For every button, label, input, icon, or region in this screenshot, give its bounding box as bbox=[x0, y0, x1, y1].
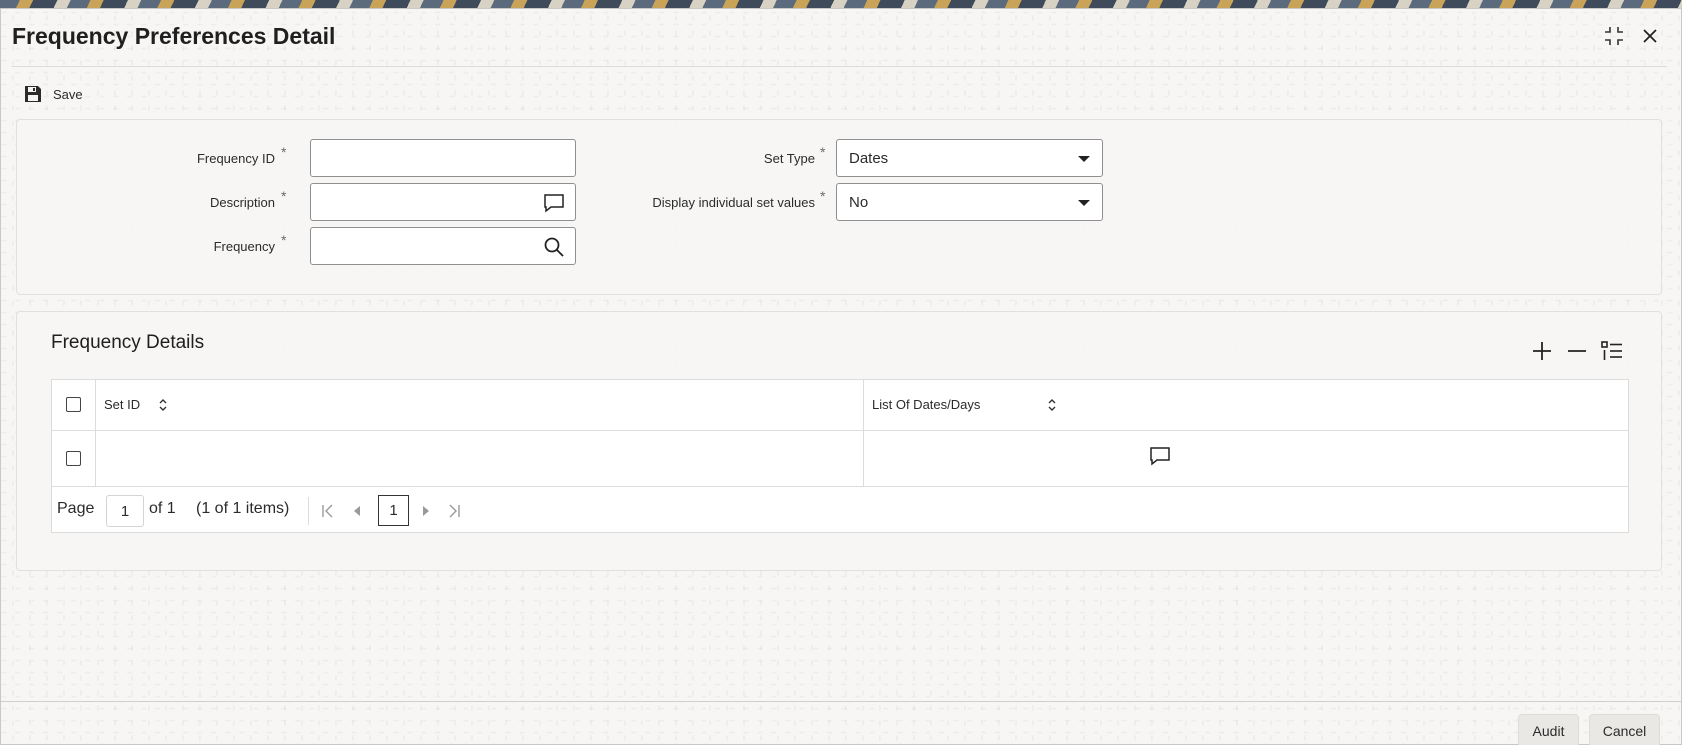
header-banner-strip bbox=[0, 0, 1682, 8]
required-marker: * bbox=[281, 144, 287, 160]
table-row[interactable] bbox=[52, 431, 1628, 487]
description-input[interactable] bbox=[311, 184, 575, 220]
maximize-icon[interactable] bbox=[1601, 23, 1627, 49]
pager-divider bbox=[308, 497, 309, 525]
display-individual-value: No bbox=[849, 194, 869, 211]
set-type-select[interactable]: Dates bbox=[836, 139, 1103, 177]
previous-page-icon[interactable] bbox=[349, 503, 365, 519]
pagination-bar: Page 1 of 1 (1 of 1 items) 1 bbox=[52, 487, 1628, 533]
required-marker: * bbox=[820, 144, 826, 160]
form-panel: Frequency ID * Description * Frequency *… bbox=[16, 119, 1662, 295]
items-count-label: (1 of 1 items) bbox=[196, 500, 290, 517]
required-marker: * bbox=[281, 232, 287, 248]
page-title: Frequency Preferences Detail bbox=[12, 23, 336, 49]
title-divider bbox=[12, 66, 1667, 67]
footer-divider bbox=[1, 701, 1682, 702]
page-count-label: of 1 bbox=[149, 500, 176, 517]
last-page-icon[interactable] bbox=[446, 503, 462, 519]
column-header-list-of-dates[interactable]: List Of Dates/Days bbox=[872, 397, 980, 412]
floppy-disk-icon bbox=[25, 86, 41, 102]
first-page-icon[interactable] bbox=[320, 503, 336, 519]
description-field[interactable] bbox=[310, 183, 576, 221]
comment-icon[interactable] bbox=[543, 192, 565, 214]
close-icon[interactable] bbox=[1637, 23, 1663, 49]
cancel-button[interactable]: Cancel bbox=[1589, 714, 1660, 745]
frequency-id-label: Frequency ID bbox=[196, 151, 275, 166]
row-checkbox[interactable] bbox=[66, 451, 81, 466]
column-divider bbox=[863, 380, 864, 487]
required-marker: * bbox=[281, 188, 287, 204]
page-label: Page bbox=[57, 500, 95, 517]
add-row-icon[interactable] bbox=[1530, 339, 1554, 363]
delete-row-icon[interactable] bbox=[1565, 339, 1589, 363]
frequency-details-table: Set ID List Of Dates/Days Page 1 of 1 (1… bbox=[51, 379, 1629, 533]
audit-button[interactable]: Audit bbox=[1518, 714, 1579, 745]
search-icon[interactable] bbox=[543, 236, 565, 258]
table-header: Set ID List Of Dates/Days bbox=[52, 380, 1628, 431]
set-type-value: Dates bbox=[849, 150, 889, 167]
display-individual-select[interactable]: No bbox=[836, 183, 1103, 221]
display-individual-label: Display individual set values bbox=[652, 195, 815, 210]
frequency-details-panel: Frequency Details Set ID List Of Dates/D… bbox=[16, 311, 1662, 571]
save-button[interactable]: Save bbox=[23, 82, 83, 106]
dialog-window: Frequency Preferences Detail Save Freque… bbox=[0, 8, 1682, 745]
current-page-button[interactable]: 1 bbox=[378, 495, 409, 526]
required-marker: * bbox=[820, 188, 826, 204]
page-number-input[interactable]: 1 bbox=[106, 495, 144, 527]
chevron-down-icon bbox=[1078, 156, 1090, 162]
section-title: Frequency Details bbox=[51, 332, 205, 353]
sort-icon[interactable] bbox=[157, 396, 169, 414]
frequency-id-field[interactable] bbox=[310, 139, 576, 177]
sort-icon[interactable] bbox=[1046, 396, 1058, 414]
set-type-label: Set Type bbox=[763, 151, 815, 166]
column-header-set-id[interactable]: Set ID bbox=[104, 397, 140, 412]
save-label: Save bbox=[53, 86, 83, 102]
frequency-label: Frequency bbox=[213, 239, 275, 254]
select-all-checkbox[interactable] bbox=[66, 397, 81, 412]
frequency-id-input[interactable] bbox=[311, 140, 575, 176]
frequency-input[interactable] bbox=[311, 228, 575, 264]
frequency-field[interactable] bbox=[310, 227, 576, 265]
single-view-icon[interactable] bbox=[1600, 339, 1624, 363]
chevron-down-icon bbox=[1078, 200, 1090, 206]
description-label: Description bbox=[209, 195, 275, 210]
comment-icon[interactable] bbox=[1149, 445, 1171, 467]
next-page-icon[interactable] bbox=[418, 503, 434, 519]
column-divider bbox=[95, 380, 96, 487]
